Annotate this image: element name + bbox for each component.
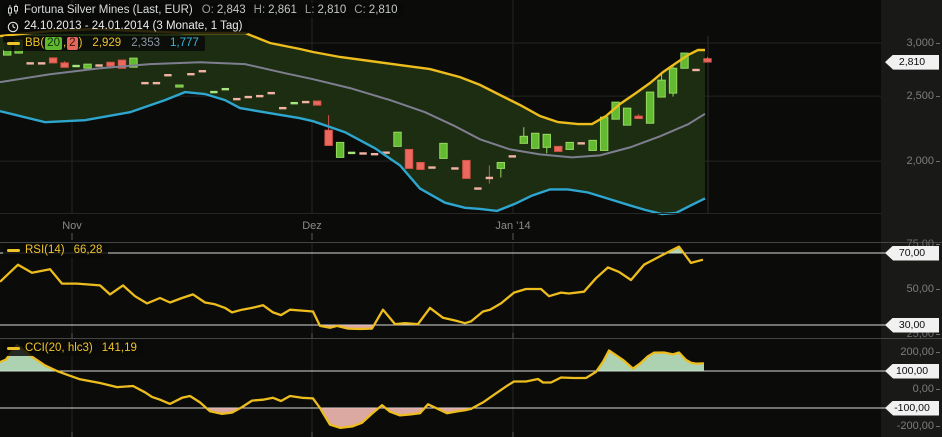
rsi-level-label: 50,00 [888,284,934,295]
time-axis[interactable] [0,213,881,242]
price-tick-label: 2,000 [888,156,934,167]
bb-lower-value: 1,777 [170,37,199,50]
bb-middle-value: 2,353 [131,37,160,50]
axis-tick-mark [936,43,940,44]
rsi-panel[interactable] [0,242,881,338]
low-value: 2,810 [318,4,347,17]
date-range-row[interactable]: 24.10.2013 - 24.01.2014 (3 Monate, 1 Tag… [3,19,248,34]
axis-tick-mark [936,352,940,353]
rsi-line-swatch-icon [7,249,20,252]
bb-upper-value: 2,929 [92,37,121,50]
axis-tick-mark [936,289,940,290]
price-tick-label: 3,000 [888,38,934,49]
open-value: 2,843 [217,4,246,17]
bb-indicator-legend[interactable]: BB( 20 , 2 ) 2,929 2,353 1,777 [3,36,205,51]
rsi-name: RSI(14) [25,244,65,257]
instrument-title: Fortuna Silver Mines (Last, EUR) [24,4,193,17]
bb-name-suffix: ) [79,37,83,50]
cci-level-badge: -100,00 [885,401,939,416]
cci-name: CCI(20, hlc3) [25,342,93,355]
month-label: Nov [62,221,82,232]
close-value: 2,810 [369,4,398,17]
rsi-level-badge: 30,00 [885,318,939,333]
clock-icon [7,21,19,33]
high-value: 2,861 [268,4,297,17]
date-range-text: 24.10.2013 - 24.01.2014 (3 Monate, 1 Tag… [24,20,242,33]
low-label: L: [305,4,315,17]
close-label: C: [354,4,366,17]
axis-tick-mark [936,389,940,390]
candlestick-icon [7,4,19,17]
rsi-value: 66,28 [74,244,103,257]
month-label: Jan '14 [495,221,530,232]
cci-level-label: -200,00 [888,421,934,432]
axis-tick-mark [936,161,940,162]
cci-level-label: 0,00 [888,384,934,395]
axis-tick-mark [936,244,940,245]
bb-stddev-param[interactable]: 2 [67,37,77,50]
axis-tick-mark [936,334,940,335]
rsi-indicator-legend[interactable]: RSI(14) 66,28 [3,243,108,258]
open-label: O: [202,4,214,17]
cci-value: 141,19 [102,342,137,355]
axis-tick-mark [936,96,940,97]
axis-tick-mark [936,426,940,427]
rsi-level-badge: 70,00 [885,246,939,261]
ohlc-readout: O: 2,843 H: 2,861 L: 2,810 C: 2,810 [202,4,398,17]
bb-name-separator: , [63,37,66,50]
bb-name-prefix: BB( [25,37,44,50]
last-price-badge: 2,810 [885,55,939,70]
high-label: H: [254,4,266,17]
bb-line-swatch-icon [7,42,20,45]
chart-canvas [0,0,942,437]
cci-line-swatch-icon [7,347,20,350]
instrument-header[interactable]: Fortuna Silver Mines (Last, EUR) O: 2,84… [3,3,404,18]
month-label: Dez [302,221,322,232]
cci-level-label: 200,00 [888,347,934,358]
chart-application: Fortuna Silver Mines (Last, EUR) O: 2,84… [0,0,942,437]
cci-indicator-legend[interactable]: CCI(20, hlc3) 141,19 [3,341,143,356]
bb-period-param[interactable]: 20 [45,37,62,50]
price-tick-label: 2,500 [888,91,934,102]
cci-level-badge: 100,00 [885,364,939,379]
